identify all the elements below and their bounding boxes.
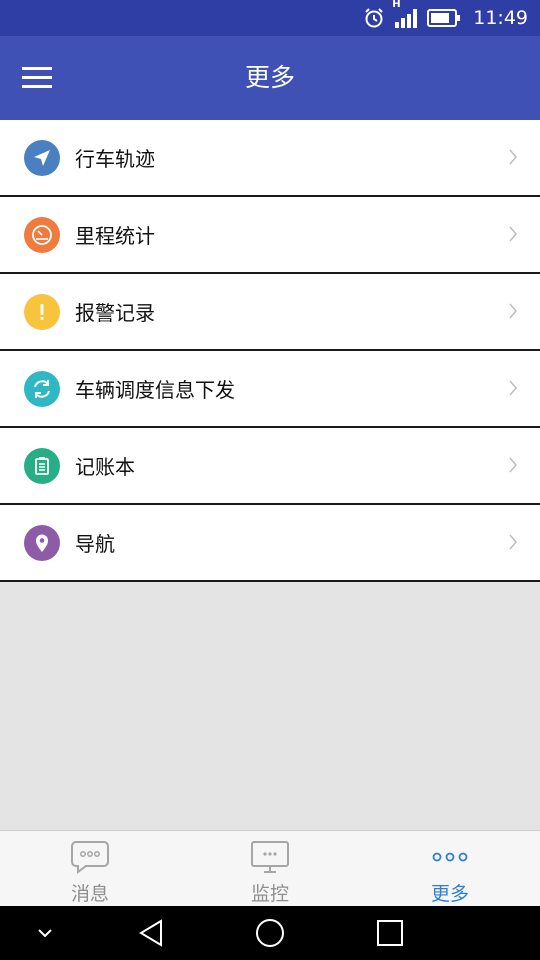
signal-icon: H [392,0,419,29]
menu-item-ledger[interactable]: 记账本 [0,428,540,505]
tab-monitor[interactable]: 监控 [180,831,360,906]
menu-item-label: 车辆调度信息下发 [75,378,235,402]
menu-item-alarms[interactable]: 报警记录 [0,274,540,351]
menu-list: 行车轨迹 里程统计 报警记录 车辆调度信息下发 记账本 导航 [0,120,540,582]
menu-item-mileage[interactable]: 里程统计 [0,197,540,274]
chevron-right-icon [508,302,518,324]
menu-item-navigation[interactable]: 导航 [0,505,540,582]
menu-item-label: 里程统计 [75,224,155,248]
status-bar: H 11:49 [0,0,540,36]
notebook-icon [24,447,60,484]
chevron-right-icon [508,533,518,555]
navigation-arrow-icon [24,139,60,176]
app-bar: 更多 [0,36,540,120]
chevron-right-icon [508,225,518,247]
hamburger-menu-icon[interactable] [22,60,62,96]
chat-icon [70,837,110,877]
alert-icon [24,293,60,330]
tab-label: 消息 [70,883,109,905]
back-icon[interactable] [134,916,168,950]
home-icon[interactable] [253,916,287,950]
network-type-label: H [392,0,401,10]
menu-item-track[interactable]: 行车轨迹 [0,120,540,197]
page-title: 更多 [244,63,295,92]
recent-apps-icon[interactable] [373,916,407,950]
system-navigation-bar [0,906,540,960]
tab-label: 监控 [250,883,289,905]
bottom-tab-bar: 消息 监控 更多 [0,830,540,906]
chevron-right-icon [508,148,518,170]
alarm-icon [363,7,385,29]
menu-item-label: 报警记录 [75,301,155,325]
chevron-right-icon [508,456,518,478]
battery-icon [427,9,461,27]
refresh-circle-icon [24,370,60,407]
chevron-right-icon [508,379,518,401]
chevron-down-icon[interactable] [32,916,58,950]
monitor-icon [250,837,290,877]
status-time: 11:49 [473,7,528,29]
menu-item-dispatch[interactable]: 车辆调度信息下发 [0,351,540,428]
more-dots-icon [430,837,470,877]
menu-item-label: 行车轨迹 [75,147,155,171]
location-pin-icon [24,524,60,561]
menu-item-label: 记账本 [75,455,135,479]
tab-label: 更多 [430,883,469,905]
menu-item-label: 导航 [75,532,115,556]
speedometer-icon [24,216,60,253]
tab-messages[interactable]: 消息 [0,831,180,906]
tab-more[interactable]: 更多 [360,831,540,906]
